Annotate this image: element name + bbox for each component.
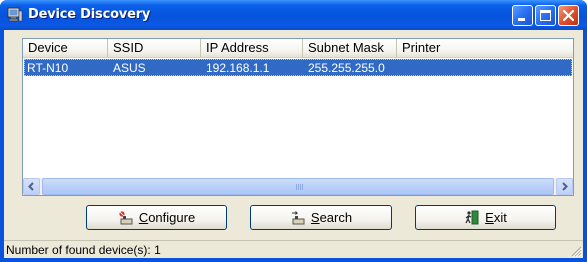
minimize-icon bbox=[518, 18, 525, 21]
exit-label: xit bbox=[493, 210, 507, 225]
column-header-printer[interactable]: Printer bbox=[397, 39, 573, 57]
minimize-button[interactable] bbox=[512, 5, 533, 26]
cell-subnet-mask: 255.255.255.0 bbox=[308, 61, 385, 75]
device-discovery-window: Device Discovery Device SSID IP Address bbox=[0, 0, 587, 262]
column-header-ssid[interactable]: SSID bbox=[108, 39, 201, 57]
status-text: Number of found device(s): 1 bbox=[6, 243, 161, 257]
configure-icon bbox=[119, 211, 133, 225]
client-area: Device SSID IP Address Subnet Mask Print… bbox=[4, 30, 583, 258]
window-title: Device Discovery bbox=[28, 7, 151, 22]
configure-mnemonic: C bbox=[138, 210, 149, 225]
cell-device: RT-N10 bbox=[27, 61, 69, 75]
close-button[interactable] bbox=[558, 5, 579, 26]
scroll-right-button[interactable] bbox=[556, 178, 573, 195]
scroll-thumb[interactable] bbox=[42, 178, 554, 195]
exit-mnemonic: E bbox=[485, 210, 494, 225]
search-button[interactable]: Search bbox=[250, 205, 392, 230]
configure-button[interactable]: Configure bbox=[86, 205, 227, 230]
search-mnemonic: S bbox=[310, 210, 320, 225]
cell-ssid: ASUS bbox=[113, 61, 146, 75]
chevron-left-icon bbox=[28, 182, 34, 191]
table-row[interactable]: RT-N10 ASUS 192.168.1.1 255.255.255.0 bbox=[24, 59, 572, 76]
resize-grip-icon[interactable] bbox=[570, 245, 582, 257]
cell-ip-address: 192.168.1.1 bbox=[206, 61, 270, 75]
exit-icon bbox=[465, 210, 479, 225]
scroll-thumb-grip bbox=[296, 184, 304, 190]
title-bar[interactable]: Device Discovery bbox=[0, 0, 587, 30]
maximize-icon bbox=[540, 10, 551, 21]
search-label: earch bbox=[319, 210, 353, 225]
column-header-device[interactable]: Device bbox=[23, 39, 108, 57]
horizontal-scrollbar[interactable] bbox=[23, 178, 573, 195]
maximize-button[interactable] bbox=[535, 5, 556, 26]
column-header-subnet-mask[interactable]: Subnet Mask bbox=[303, 39, 397, 57]
exit-button[interactable]: Exit bbox=[415, 205, 556, 230]
status-bar: Number of found device(s): 1 bbox=[4, 240, 583, 258]
column-header-ip-address[interactable]: IP Address bbox=[201, 39, 303, 57]
computer-icon bbox=[7, 7, 23, 22]
configure-label: onfigure bbox=[148, 210, 196, 225]
list-header: Device SSID IP Address Subnet Mask Print… bbox=[23, 39, 573, 58]
device-list[interactable]: Device SSID IP Address Subnet Mask Print… bbox=[22, 38, 574, 196]
scroll-left-button[interactable] bbox=[23, 178, 40, 195]
search-icon bbox=[291, 211, 305, 225]
close-icon bbox=[562, 9, 575, 22]
chevron-right-icon bbox=[562, 182, 568, 191]
